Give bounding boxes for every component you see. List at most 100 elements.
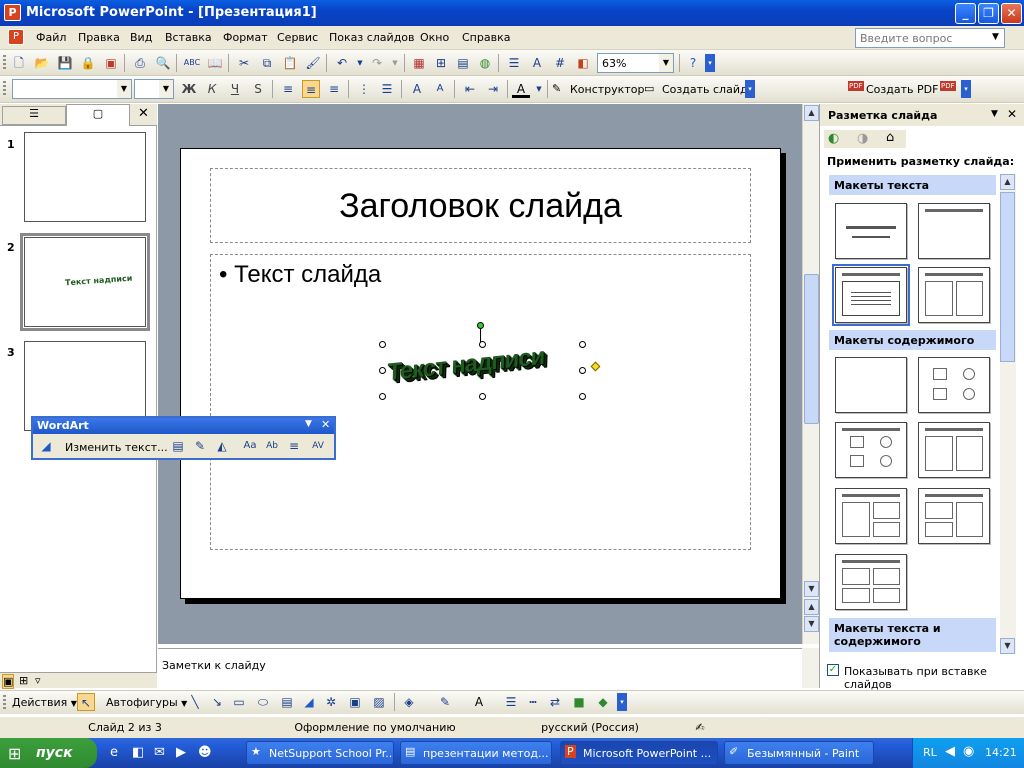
resize-handle[interactable] bbox=[379, 393, 386, 400]
language-indicator[interactable]: RL bbox=[923, 746, 937, 759]
expand-all-icon[interactable]: ☰ bbox=[505, 54, 523, 72]
textbox-icon[interactable]: ▤ bbox=[278, 693, 296, 711]
new-slide-button[interactable]: Создать слайд bbox=[662, 83, 748, 96]
close-panel-icon[interactable]: ✕ bbox=[138, 106, 149, 121]
scroll-up-icon[interactable]: ▲ bbox=[804, 105, 819, 121]
print-icon[interactable]: ⎙ bbox=[131, 54, 149, 72]
font-size-dropdown-icon[interactable]: ▼ bbox=[159, 80, 173, 98]
new-icon[interactable]: 🗋 bbox=[10, 54, 28, 72]
cut-icon[interactable]: ✂ bbox=[235, 54, 253, 72]
copy-icon[interactable]: ⧉ bbox=[258, 54, 276, 72]
menu-edit[interactable]: Правка bbox=[78, 31, 120, 44]
font-select[interactable]: ▼ bbox=[12, 79, 132, 99]
task-pane-close-icon[interactable]: ✕ bbox=[1007, 107, 1017, 121]
new-slide-icon[interactable]: ▭ bbox=[644, 82, 654, 95]
arrow-icon[interactable]: ↘ bbox=[208, 693, 226, 711]
layout-title-text[interactable] bbox=[832, 264, 910, 326]
pdf-icon[interactable]: ▣ bbox=[102, 54, 120, 72]
font-dropdown-icon[interactable]: ▼ bbox=[117, 80, 131, 98]
zoom-dropdown-icon[interactable]: ▼ bbox=[659, 54, 673, 72]
wordart-shape-icon[interactable]: ◭ bbox=[213, 437, 231, 455]
layout-title-two-columns[interactable] bbox=[918, 267, 990, 323]
wordart-gallery-icon[interactable]: ▤ bbox=[169, 437, 187, 455]
create-pdf-button[interactable]: Создать PDF bbox=[866, 83, 938, 96]
slideshow-view-icon[interactable]: ▿ bbox=[35, 674, 41, 687]
media-player-icon[interactable]: ▶ bbox=[176, 745, 186, 760]
back-icon[interactable]: ◐ bbox=[828, 131, 839, 146]
resize-handle[interactable] bbox=[579, 367, 586, 374]
toolbar-options-icon[interactable]: ▾ bbox=[705, 54, 715, 72]
restore-button[interactable]: ❐ bbox=[978, 3, 999, 24]
tables-borders-icon[interactable]: ▤ bbox=[454, 54, 472, 72]
resize-handle[interactable] bbox=[579, 393, 586, 400]
wordart-icon[interactable]: ◢ bbox=[300, 693, 318, 711]
designer-button[interactable]: Конструктор bbox=[570, 83, 644, 96]
select-objects-icon[interactable]: ↖ bbox=[77, 693, 95, 711]
character-spacing-icon[interactable]: AV bbox=[309, 437, 327, 455]
menu-help[interactable]: Справка bbox=[462, 31, 510, 44]
chart-icon[interactable]: ▦ bbox=[410, 54, 428, 72]
actions-menu[interactable]: Действия ▼ bbox=[12, 696, 77, 709]
tray-volume-icon[interactable]: ◉ bbox=[963, 744, 974, 759]
redo-dropdown-icon[interactable]: ▼ bbox=[386, 54, 404, 72]
rotation-handle[interactable] bbox=[477, 322, 484, 329]
resize-handle[interactable] bbox=[379, 367, 386, 374]
font-color-icon[interactable]: A bbox=[512, 80, 530, 98]
explorer-icon[interactable]: ◧ bbox=[132, 745, 144, 760]
dash-style-icon[interactable]: ┅ bbox=[524, 693, 542, 711]
home-icon[interactable]: ⌂ bbox=[886, 130, 894, 145]
wordart-object[interactable]: Текст надписи bbox=[379, 322, 601, 400]
insert-wordart-icon[interactable]: ◢ bbox=[37, 437, 55, 455]
normal-view-icon[interactable]: ▣ bbox=[2, 674, 15, 689]
grid-icon[interactable]: # bbox=[551, 54, 569, 72]
pdf-toolbar-options-icon[interactable]: ▾ bbox=[961, 80, 971, 98]
rectangle-icon[interactable]: ▭ bbox=[230, 693, 248, 711]
autoshapes-menu[interactable]: Автофигуры ▼ bbox=[106, 696, 187, 709]
align-left-icon[interactable]: ≡ bbox=[279, 80, 297, 98]
taskbar-button-presentations[interactable]: ▤ презентации метод... bbox=[400, 741, 552, 765]
resize-handle[interactable] bbox=[479, 341, 486, 348]
insert-picture-icon[interactable]: ◍ bbox=[476, 54, 494, 72]
oval-icon[interactable]: ⬭ bbox=[254, 693, 272, 711]
format-wordart-icon[interactable]: ✎ bbox=[191, 437, 209, 455]
spelling-status-icon[interactable]: ✍ bbox=[690, 721, 710, 734]
powerpoint-app-icon[interactable]: P bbox=[4, 4, 21, 21]
menu-insert[interactable]: Вставка bbox=[165, 31, 212, 44]
align-right-icon[interactable]: ≡ bbox=[325, 80, 343, 98]
format-painter-icon[interactable]: 🖌 bbox=[304, 54, 322, 72]
decrease-font-icon[interactable]: A bbox=[431, 80, 449, 98]
layout-blank[interactable] bbox=[835, 357, 907, 413]
resize-handle[interactable] bbox=[379, 341, 386, 348]
save-icon[interactable]: 💾 bbox=[56, 54, 74, 72]
next-slide-icon[interactable]: ▼ bbox=[804, 616, 819, 632]
table-icon[interactable]: ⊞ bbox=[432, 54, 450, 72]
underline-button[interactable]: Ч bbox=[226, 80, 244, 98]
slide-thumbnail-1[interactable] bbox=[24, 132, 146, 222]
ie-icon[interactable]: e bbox=[110, 745, 118, 760]
messenger-icon[interactable]: ☻ bbox=[198, 745, 212, 760]
resize-handle[interactable] bbox=[579, 341, 586, 348]
line-icon[interactable]: ╲ bbox=[186, 693, 204, 711]
open-icon[interactable]: 📂 bbox=[33, 54, 51, 72]
help-dropdown-icon[interactable]: ▼ bbox=[992, 32, 999, 42]
line-color-icon[interactable]: ✎ bbox=[436, 693, 454, 711]
taskbar-button-netsupport[interactable]: ★ NetSupport School Pr... bbox=[246, 741, 394, 765]
decrease-indent-icon[interactable]: ⇤ bbox=[461, 80, 479, 98]
close-button[interactable]: ✕ bbox=[1001, 3, 1022, 24]
paste-icon[interactable]: 📋 bbox=[281, 54, 299, 72]
slide-canvas[interactable]: Заголовок слайда • Текст слайда Текст на… bbox=[180, 148, 781, 599]
layout-title-4-content[interactable] bbox=[835, 554, 907, 610]
taskbar-button-powerpoint[interactable]: P Microsoft PowerPoint ... bbox=[560, 741, 718, 765]
shadow-button[interactable]: S bbox=[249, 80, 267, 98]
create-pdf-icon[interactable]: PDF bbox=[848, 81, 864, 91]
layout-content[interactable] bbox=[918, 357, 990, 413]
forward-icon[interactable]: ◑ bbox=[857, 131, 868, 146]
layout-title-two-content[interactable] bbox=[918, 422, 990, 478]
undo-icon[interactable]: ↶ bbox=[333, 54, 351, 72]
task-pane-scrollbar[interactable]: ▲ ▼ bbox=[1000, 174, 1016, 654]
scroll-down-icon[interactable]: ▼ bbox=[804, 581, 819, 597]
menu-file[interactable]: Файл bbox=[36, 31, 66, 44]
title-placeholder[interactable]: Заголовок слайда bbox=[210, 168, 751, 243]
notes-scrollbar[interactable] bbox=[802, 648, 819, 688]
menu-window[interactable]: Окно bbox=[420, 31, 449, 44]
